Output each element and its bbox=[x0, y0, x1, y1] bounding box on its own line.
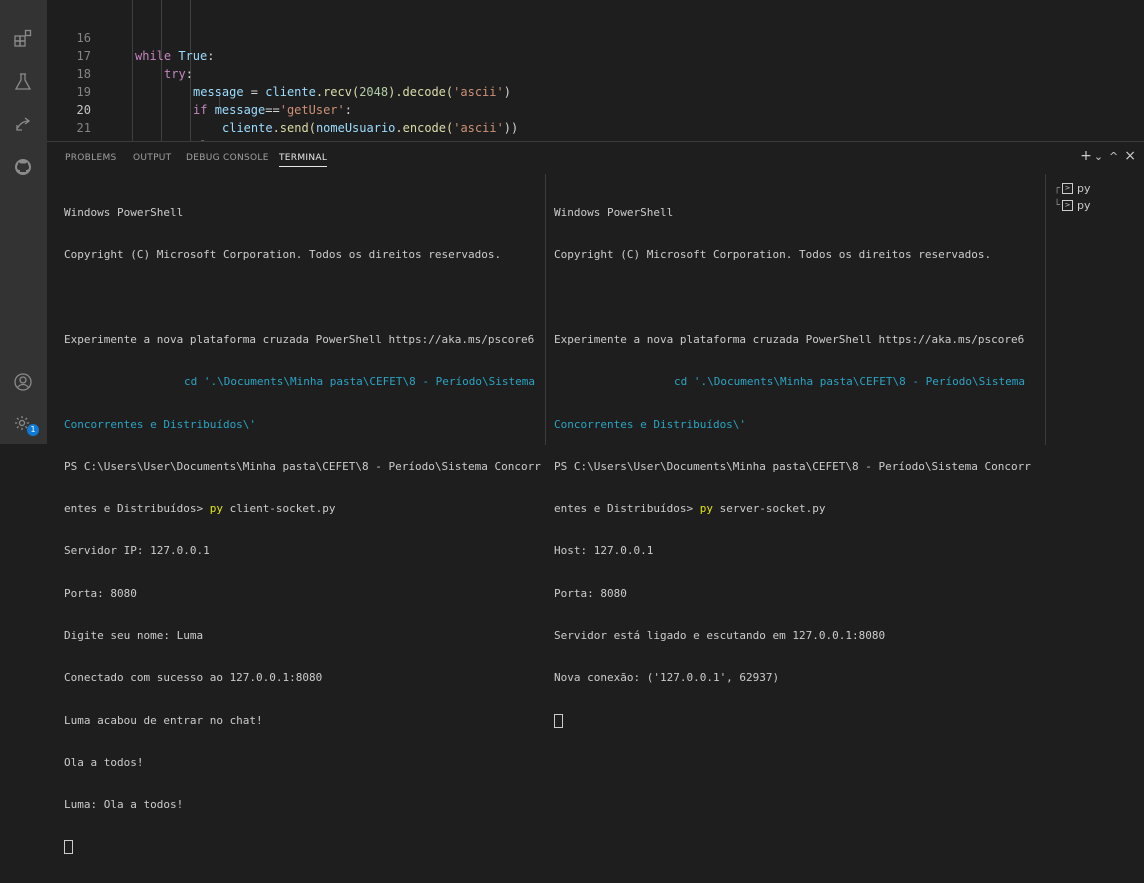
terminal-list-item[interactable]: └ > py bbox=[1054, 199, 1091, 212]
terminal-line: Host: 127.0.0.1 bbox=[554, 544, 654, 558]
remote-explorer-icon[interactable] bbox=[11, 112, 35, 136]
terminal-right[interactable]: Windows PowerShell Copyright (C) Microso… bbox=[554, 178, 1031, 756]
terminal-text: client-socket.py bbox=[222, 502, 336, 516]
terminal-text: entes e Distribuídos> bbox=[64, 502, 210, 516]
bottom-panel: PROBLEMS OUTPUT DEBUG CONSOLE TERMINAL +… bbox=[47, 141, 1144, 855]
terminal-line: Servidor IP: 127.0.0.1 bbox=[64, 544, 210, 558]
new-terminal-button[interactable]: + bbox=[1080, 148, 1092, 164]
github-icon[interactable] bbox=[11, 155, 35, 179]
code-line: 21 else: bbox=[47, 101, 1144, 141]
terminal-line: Luma acabou de entrar no chat! bbox=[64, 713, 263, 727]
terminal-line: Porta: 8080 bbox=[64, 586, 137, 600]
account-icon[interactable] bbox=[11, 370, 35, 394]
close-panel-button[interactable]: × bbox=[1124, 148, 1136, 164]
settings-badge: 1 bbox=[27, 424, 39, 436]
code-line: 16 while True: bbox=[47, 11, 1144, 63]
code-line: 19 if message=='getUser': bbox=[47, 65, 1144, 117]
terminal-cursor bbox=[64, 840, 73, 855]
terminal-icon: > bbox=[1062, 200, 1074, 211]
code-line: 17 try: bbox=[47, 29, 1144, 81]
terminal-line: cd '.\Documents\Minha pasta\CEFET\8 - Pe… bbox=[554, 375, 1031, 389]
terminal-line: Concorrentes e Distribuídos\' bbox=[554, 417, 747, 431]
panel-actions: + ⌄ ^ × bbox=[1074, 148, 1136, 164]
terminal-line: Porta: 8080 bbox=[554, 586, 627, 600]
code-line: 22 print(message) bbox=[47, 119, 1144, 141]
terminal-list-label: py bbox=[1077, 182, 1091, 195]
terminal-line: PS C:\Users\User\Documents\Minha pasta\C… bbox=[64, 459, 541, 473]
tab-terminal[interactable]: TERMINAL bbox=[279, 153, 328, 167]
settings-icon[interactable]: 1 bbox=[11, 412, 39, 436]
terminal-line: Ola a todos! bbox=[64, 755, 144, 769]
testing-icon[interactable] bbox=[11, 70, 35, 94]
code-line: 20 cliente.send(nomeUsuario.encode('asci… bbox=[47, 83, 1144, 135]
terminal-line bbox=[554, 713, 1031, 728]
terminal-list-label: py bbox=[1077, 199, 1091, 212]
code-editor[interactable]: 16 while True: 17 try: 18 message = clie… bbox=[47, 0, 1144, 141]
terminal-list: ┌ > py └ > py bbox=[1045, 174, 1144, 445]
terminal-line: Copyright (C) Microsoft Corporation. Tod… bbox=[554, 248, 992, 262]
panel-tabs: PROBLEMS OUTPUT DEBUG CONSOLE TERMINAL bbox=[47, 142, 1144, 174]
tab-debug-console[interactable]: DEBUG CONSOLE bbox=[186, 153, 269, 163]
terminal-text: py bbox=[209, 502, 223, 516]
terminal-line: Copyright (C) Microsoft Corporation. Tod… bbox=[64, 248, 502, 262]
terminal-text: entes e Distribuídos> bbox=[554, 502, 700, 516]
extensions-icon[interactable] bbox=[11, 26, 35, 50]
terminal-left[interactable]: Windows PowerShell Copyright (C) Microso… bbox=[64, 178, 541, 883]
terminal-text: cd '.\Documents\Minha pasta\CEFET\8 - Pe… bbox=[184, 375, 535, 389]
tab-output[interactable]: OUTPUT bbox=[133, 153, 171, 163]
terminal-list-item[interactable]: ┌ > py bbox=[1054, 182, 1091, 195]
tab-problems[interactable]: PROBLEMS bbox=[65, 153, 117, 163]
terminal-line bbox=[64, 840, 541, 855]
terminal-text: py bbox=[699, 502, 713, 516]
terminal-line: PS C:\Users\User\Documents\Minha pasta\C… bbox=[554, 459, 1031, 473]
terminal-line: Concorrentes e Distribuídos\' bbox=[64, 417, 257, 431]
terminal-line: Luma: Ola a todos! bbox=[64, 798, 184, 812]
terminal-line: Windows PowerShell bbox=[554, 206, 674, 220]
terminal-split-divider[interactable] bbox=[545, 174, 546, 445]
terminal-line: entes e Distribuídos> py client-socket.p… bbox=[64, 502, 541, 516]
terminal-icon: > bbox=[1062, 183, 1074, 194]
chevron-down-icon[interactable]: ⌄ bbox=[1094, 150, 1103, 163]
terminal-line: Digite seu nome: Luma bbox=[64, 629, 204, 642]
activity-bar: 1 bbox=[0, 0, 47, 444]
terminal-line: Experimente a nova plataforma cruzada Po… bbox=[554, 333, 1025, 347]
terminal-text: server-socket.py bbox=[712, 502, 826, 516]
maximize-panel-button[interactable]: ^ bbox=[1109, 150, 1118, 163]
code-line: 18 message = cliente.recv(2048).decode('… bbox=[47, 47, 1144, 99]
terminal-line: cd '.\Documents\Minha pasta\CEFET\8 - Pe… bbox=[64, 375, 541, 389]
terminal-cursor bbox=[554, 713, 563, 728]
terminal-line: Conectado com sucesso ao 127.0.0.1:8080 bbox=[64, 671, 323, 685]
terminal-text: cd '.\Documents\Minha pasta\CEFET\8 - Pe… bbox=[674, 375, 1025, 389]
terminal-line: Windows PowerShell bbox=[64, 206, 184, 220]
terminal-line: entes e Distribuídos> py server-socket.p… bbox=[554, 502, 1031, 516]
terminal-line: Servidor está ligado e escutando em 127.… bbox=[554, 629, 886, 642]
terminal-line: Experimente a nova plataforma cruzada Po… bbox=[64, 333, 535, 347]
terminal-line: Nova conexão: ('127.0.0.1', 62937) bbox=[554, 671, 780, 685]
